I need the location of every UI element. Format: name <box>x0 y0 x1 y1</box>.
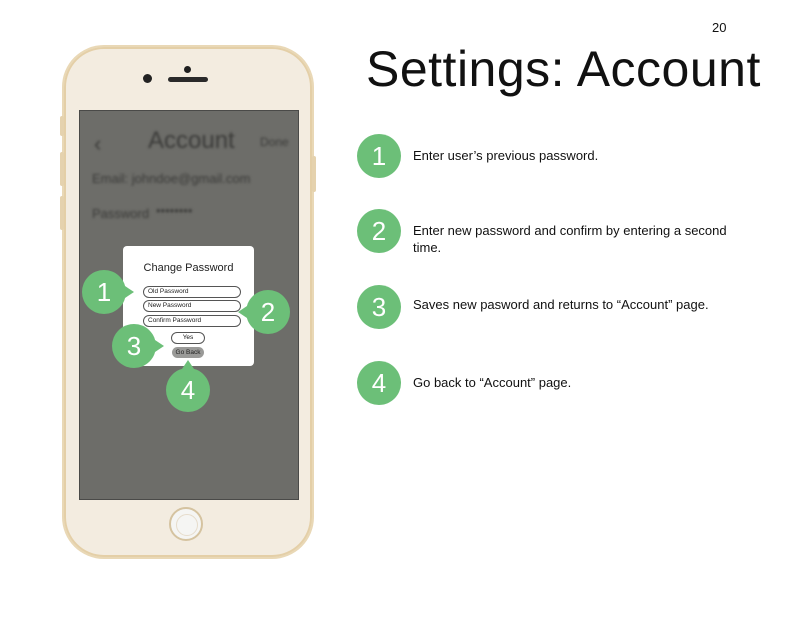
step-3-badge: 3 <box>357 285 401 329</box>
phone-speaker <box>168 77 208 82</box>
callout-4: 4 <box>166 360 210 412</box>
new-password-field[interactable]: New Password <box>143 300 241 312</box>
step-2-text: Enter new password and confirm by enteri… <box>413 223 727 255</box>
callout-4-number: 4 <box>180 375 196 405</box>
go-back-button[interactable]: Go Back <box>172 347 204 358</box>
phone-power-button <box>312 156 316 192</box>
done-button: Done <box>260 135 289 149</box>
callout-2-number: 2 <box>260 297 276 327</box>
password-label: Password <box>92 206 150 221</box>
phone-volume-up-button <box>60 152 64 186</box>
phone-sensor-icon <box>184 66 191 73</box>
callout-1-number: 1 <box>96 277 112 307</box>
callout-2: 2 <box>238 290 290 334</box>
step-3-text: Saves new pasword and returns to “Accoun… <box>413 297 709 312</box>
yes-button[interactable]: Yes <box>171 332 205 344</box>
callout-1: 1 <box>82 270 134 314</box>
email-line: Email: johndoe@gmail.com <box>92 171 251 186</box>
phone-camera-icon <box>143 74 152 83</box>
step-1-text: Enter user’s previous password. <box>413 148 599 163</box>
dialog-title: Change Password <box>143 262 234 274</box>
phone-side-button <box>60 116 64 136</box>
password-mask: •••••••• <box>156 203 193 218</box>
home-button <box>169 507 203 541</box>
step-4-badge: 4 <box>357 361 401 405</box>
phone-volume-down-button <box>60 196 64 230</box>
page-title: Settings: Account <box>366 41 761 97</box>
old-password-field[interactable]: Old Password <box>143 286 241 298</box>
back-chevron-icon: ‹ <box>94 131 102 156</box>
page-number: 20 <box>712 20 727 35</box>
step-2-badge: 2 <box>357 209 401 253</box>
step-4-text: Go back to “Account” page. <box>413 375 572 390</box>
callout-3-number: 3 <box>126 331 142 361</box>
callout-3: 3 <box>112 324 164 368</box>
step-1-badge: 1 <box>357 134 401 178</box>
confirm-password-field[interactable]: Confirm Password <box>143 315 241 327</box>
account-screen-title: Account <box>148 127 235 154</box>
